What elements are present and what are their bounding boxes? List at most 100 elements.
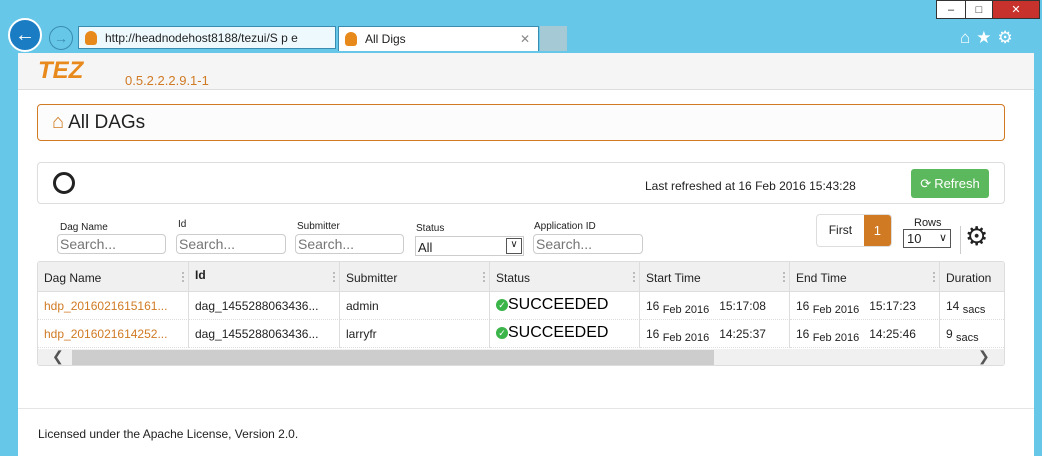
app-header: TEZ 0.5.2.2.2.9.1-1 bbox=[18, 53, 1034, 90]
forward-button[interactable]: → bbox=[49, 26, 73, 50]
close-window-button[interactable]: ✕ bbox=[992, 0, 1040, 19]
table-cell: 14 sacs bbox=[940, 292, 1004, 320]
resize-handle[interactable] bbox=[933, 272, 935, 282]
page: TEZ 0.5.2.2.2.9.1-1 ⌂ All DAGs Last refr… bbox=[18, 53, 1034, 456]
maximize-button[interactable]: □ bbox=[965, 0, 993, 19]
dag-name-search-input[interactable] bbox=[57, 234, 166, 254]
table-cell: admin bbox=[340, 292, 490, 320]
column-header-start-time[interactable]: Start Time bbox=[640, 262, 790, 292]
header-label: End Time bbox=[796, 271, 847, 285]
status-select[interactable]: All ∨ bbox=[415, 236, 524, 256]
id-search-input[interactable] bbox=[176, 234, 286, 254]
address-bar[interactable]: http://headnodehost8188/tezui/S p e bbox=[78, 26, 336, 49]
rows-label: Rows bbox=[914, 217, 942, 229]
scrollbar-thumb[interactable] bbox=[72, 350, 714, 365]
submitter: admin bbox=[346, 299, 379, 313]
dag-name-link[interactable]: hdp_2016021615161... bbox=[44, 299, 167, 313]
column-header-submitter[interactable]: Submitter bbox=[340, 262, 490, 292]
resize-handle[interactable] bbox=[333, 272, 335, 282]
clock-icon bbox=[53, 172, 75, 194]
table-cell: 16 Feb 2016 15:17:23 bbox=[790, 292, 940, 320]
filter-label-status: Status bbox=[416, 223, 445, 234]
favicon-icon bbox=[345, 32, 357, 46]
header-label: Status bbox=[496, 271, 531, 285]
resize-handle[interactable] bbox=[783, 272, 785, 282]
header-label: Duration bbox=[946, 271, 992, 285]
start-date: Feb 2016 bbox=[662, 304, 710, 316]
scroll-left-icon[interactable]: ❮ bbox=[52, 348, 64, 365]
filter-label-application-id: Application ID bbox=[534, 221, 596, 232]
minimize-button[interactable]: – bbox=[936, 0, 966, 19]
check-circle-icon: ✓ bbox=[496, 299, 508, 311]
table-cell: hdp_2016021615161... bbox=[38, 292, 189, 320]
column-header-end-time[interactable]: End Time bbox=[790, 262, 940, 292]
page-1-button[interactable]: 1 bbox=[863, 215, 891, 246]
refresh-bar: Last refreshed at 16 Feb 2016 15:43:28 ⟳… bbox=[37, 162, 1005, 204]
column-header-duration[interactable]: Duration bbox=[940, 262, 1004, 292]
divider bbox=[960, 226, 961, 254]
rows-select-value: 10 bbox=[907, 231, 922, 246]
back-button[interactable]: ← bbox=[8, 18, 42, 52]
home-icon[interactable]: ⌂ bbox=[960, 28, 976, 47]
refresh-icon: ⟳ bbox=[920, 175, 932, 191]
address-text: http://headnodehost8188/tezui/S p e bbox=[105, 30, 298, 45]
duration: 14 bbox=[946, 299, 960, 313]
page-title: All DAGs bbox=[68, 111, 146, 133]
first-page-button[interactable]: First bbox=[817, 215, 864, 246]
refresh-button[interactable]: ⟳ Refresh bbox=[911, 169, 989, 198]
end-day: 16 bbox=[796, 299, 810, 313]
dag-id: dag_1455288063436... bbox=[195, 299, 319, 313]
filter-label-dag-name: Dag Name bbox=[60, 222, 108, 233]
arrow-right-icon: → bbox=[54, 30, 68, 46]
browser-tab[interactable]: All Digs ✕ bbox=[338, 26, 539, 51]
column-header-dag-name[interactable]: Dag Name bbox=[38, 262, 189, 292]
table-cell: dag_1455288063436... bbox=[189, 292, 340, 320]
resize-handle[interactable] bbox=[633, 272, 635, 282]
start-date: Feb 2016 bbox=[662, 332, 710, 344]
start-day: 16 bbox=[646, 299, 660, 313]
table-cell: 16 Feb 2016 15:17:08 bbox=[640, 292, 790, 320]
star-icon[interactable]: ★ bbox=[976, 28, 997, 47]
end-time: 14:25:46 bbox=[869, 327, 916, 341]
footer-divider bbox=[18, 408, 1034, 409]
filter-label-submitter: Submitter bbox=[297, 221, 340, 232]
tez-logo[interactable]: TEZ bbox=[38, 57, 83, 85]
header-label: Start Time bbox=[646, 271, 701, 285]
resize-handle[interactable] bbox=[182, 272, 184, 282]
column-header-id[interactable]: Id bbox=[189, 262, 340, 292]
refresh-label: Refresh bbox=[934, 176, 980, 191]
chevron-down-icon: ∨ bbox=[506, 238, 522, 254]
favicon-icon bbox=[85, 30, 97, 45]
duration-unit: sacs bbox=[962, 304, 986, 316]
horizontal-scrollbar[interactable]: ❮ ❯ bbox=[38, 348, 1004, 365]
new-tab-button[interactable] bbox=[540, 26, 567, 51]
settings-gear-icon[interactable]: ⚙ bbox=[965, 223, 988, 249]
dags-table: Dag Name Id Submitter Status Start Time … bbox=[37, 261, 1005, 366]
header-label: Id bbox=[195, 268, 206, 282]
table-cell: dag_1455288063436... bbox=[189, 320, 340, 348]
table-cell: larryfr bbox=[340, 320, 490, 348]
header-label: Submitter bbox=[346, 271, 398, 285]
page-title-panel: ⌂ All DAGs bbox=[37, 104, 1005, 141]
end-day: 16 bbox=[796, 327, 810, 341]
dag-name-link[interactable]: hdp_2016021614252... bbox=[44, 327, 167, 341]
start-time: 14:25:37 bbox=[719, 327, 766, 341]
column-header-status[interactable]: Status bbox=[490, 262, 640, 292]
check-circle-icon: ✓ bbox=[496, 327, 508, 339]
gear-icon[interactable]: ⚙ bbox=[998, 28, 1019, 47]
header-label: Dag Name bbox=[44, 271, 102, 285]
table-cell: ✓ SUCCEEDED bbox=[490, 320, 640, 348]
resize-handle[interactable] bbox=[483, 272, 485, 282]
table-cell: hdp_2016021614252... bbox=[38, 320, 189, 348]
app-version: 0.5.2.2.2.9.1-1 bbox=[125, 73, 209, 88]
table-cell: 16 Feb 2016 14:25:37 bbox=[640, 320, 790, 348]
duration: 9 bbox=[946, 327, 953, 341]
tab-close-icon[interactable]: ✕ bbox=[520, 32, 530, 46]
application-id-search-input[interactable] bbox=[533, 234, 643, 254]
tab-title: All Digs bbox=[365, 32, 406, 46]
scroll-right-icon[interactable]: ❯ bbox=[978, 348, 990, 365]
submitter-search-input[interactable] bbox=[295, 234, 404, 254]
rows-select[interactable]: 10 ∨ bbox=[903, 229, 951, 248]
submitter: larryfr bbox=[346, 327, 377, 341]
table-cell: ✓ SUCCEEDED bbox=[490, 292, 640, 320]
